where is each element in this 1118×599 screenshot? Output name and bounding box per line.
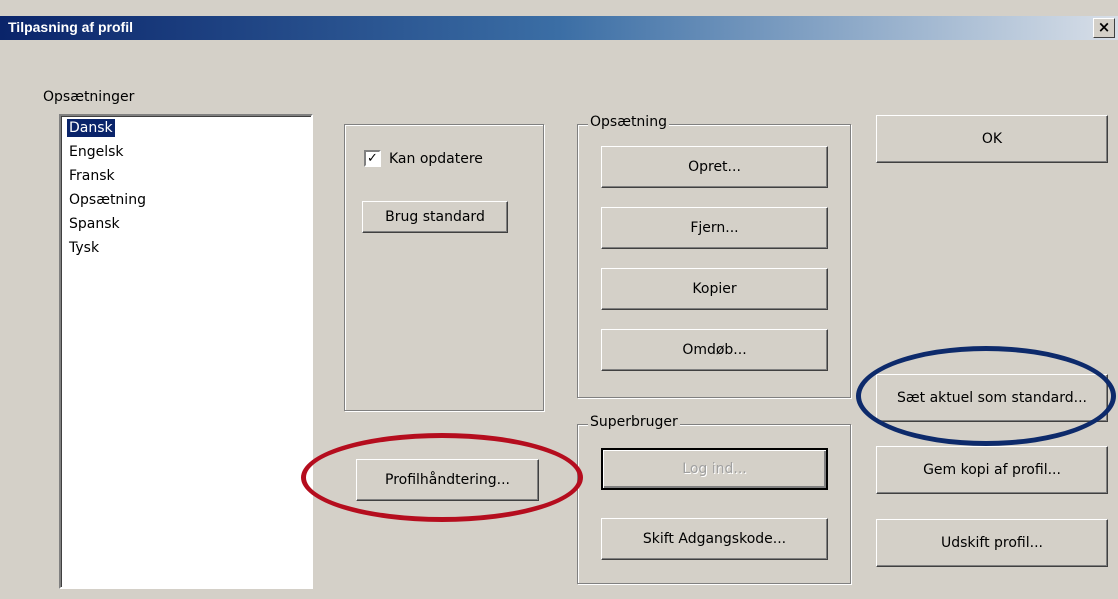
list-item[interactable]: Opsætning: [61, 188, 311, 212]
list-item[interactable]: Fransk: [61, 164, 311, 188]
superbruger-group-label: Superbruger: [588, 414, 680, 430]
ok-button[interactable]: OK: [876, 115, 1108, 163]
checkbox-label: Kan opdatere: [389, 150, 483, 167]
checkmark-icon: ✓: [367, 151, 378, 166]
brug-standard-button[interactable]: Brug standard: [362, 201, 508, 233]
opsaetninger-label: Opsætninger: [43, 89, 135, 105]
close-icon: ×: [1097, 18, 1111, 36]
blue-highlight-oval: [856, 346, 1116, 446]
omdoeb-button[interactable]: Omdøb...: [601, 329, 828, 371]
gem-kopi-button[interactable]: Gem kopi af profil...: [876, 446, 1108, 494]
settings-panel: [344, 124, 544, 411]
close-button[interactable]: ×: [1093, 18, 1115, 38]
kan-opdatere-checkbox[interactable]: ✓ Kan opdatere: [364, 150, 483, 167]
opret-button[interactable]: Opret...: [601, 146, 828, 188]
opsaetninger-listbox[interactable]: Dansk Engelsk Fransk Opsætning Spansk Ty…: [59, 114, 313, 589]
list-item[interactable]: Tysk: [61, 236, 311, 260]
opsaetning-group-label: Opsætning: [588, 114, 669, 130]
list-item[interactable]: Engelsk: [61, 140, 311, 164]
window-title: Tilpasning af profil: [8, 19, 133, 35]
log-ind-button[interactable]: Log ind...: [601, 448, 828, 490]
kopier-button[interactable]: Kopier: [601, 268, 828, 310]
list-item[interactable]: Spansk: [61, 212, 311, 236]
red-highlight-oval: [301, 433, 583, 522]
title-bar: Tilpasning af profil ×: [0, 16, 1118, 40]
skift-adgangskode-button[interactable]: Skift Adgangskode...: [601, 518, 828, 560]
checkbox-box[interactable]: ✓: [364, 150, 381, 167]
udskift-profil-button[interactable]: Udskift profil...: [876, 519, 1108, 567]
list-item[interactable]: Dansk: [61, 116, 311, 140]
fjern-button[interactable]: Fjern...: [601, 207, 828, 249]
